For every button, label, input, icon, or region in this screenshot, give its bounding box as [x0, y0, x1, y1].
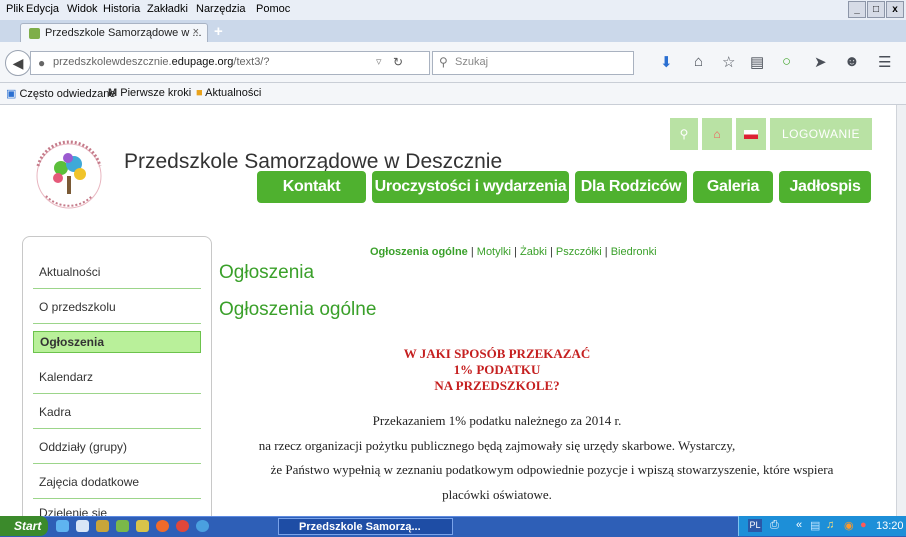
- back-arrow-icon: ◀: [12, 55, 24, 71]
- chat-icon[interactable]: ☻: [844, 53, 860, 70]
- tab-close-icon[interactable]: ×: [193, 26, 199, 38]
- nav-jadlospis[interactable]: Jadłospis: [779, 171, 871, 203]
- language-indicator[interactable]: PL: [748, 519, 762, 532]
- menu-zakladki[interactable]: Zakładki: [147, 3, 188, 15]
- nav-galeria[interactable]: Galeria: [693, 171, 773, 203]
- sidebar-item-kalendarz[interactable]: Kalendarz: [33, 360, 201, 394]
- rss-icon: ■: [196, 87, 203, 99]
- body-line-4: placówki oświatowe.: [442, 487, 552, 502]
- site-home-button[interactable]: ⌂: [702, 118, 732, 150]
- home-icon[interactable]: ⌂: [694, 53, 703, 70]
- quicklaunch-explorer-icon[interactable]: [76, 520, 89, 532]
- search-box[interactable]: ⚲ Szukaj: [432, 51, 634, 75]
- quicklaunch-tool-icon[interactable]: [96, 520, 109, 532]
- reload-icon[interactable]: ↻: [393, 55, 403, 69]
- body-line-2: na rzecz organizacji pożytku publicznego…: [258, 438, 736, 453]
- page-heading: Ogłoszenia: [219, 262, 315, 283]
- menu-hamburger-icon[interactable]: ☰: [878, 53, 891, 71]
- menu-pomoc[interactable]: Pomoc: [256, 3, 290, 15]
- kindergarten-logo: [18, 136, 120, 214]
- mozilla-icon: M: [108, 87, 118, 99]
- language-button[interactable]: [736, 118, 766, 150]
- subnav-pszczolki[interactable]: Pszczółki: [556, 246, 602, 258]
- quicklaunch-media-icon[interactable]: [136, 520, 149, 532]
- subnav-zabki[interactable]: Żabki: [520, 246, 547, 258]
- body-line-3: że Państwo wypełnią w zeznaniu podatkowy…: [270, 462, 834, 477]
- volume-icon[interactable]: ♫: [826, 519, 834, 531]
- sidebar-item-o-przedszkolu[interactable]: O przedszkolu: [33, 290, 201, 324]
- quicklaunch-ie-icon[interactable]: [56, 520, 69, 532]
- search-placeholder: Szukaj: [455, 56, 489, 68]
- sidebar-item-zajecia[interactable]: Zajęcia dodatkowe: [33, 465, 201, 499]
- menu-narzedzia[interactable]: Narzędzia: [196, 3, 246, 15]
- sidebar-item-kadra[interactable]: Kadra: [33, 395, 201, 429]
- taskbar-firefox-window[interactable]: Przedszkole Samorzą...: [278, 518, 453, 535]
- sidebar-item-oddzialy[interactable]: Oddziały (grupy): [33, 430, 201, 464]
- sidebar: Aktualności O przedszkolu Ogłoszenia Kal…: [22, 236, 212, 528]
- subnav-current[interactable]: Ogłoszenia ogólne: [370, 246, 468, 258]
- logo-graphic: [36, 140, 102, 209]
- search-icon: ⚲: [439, 55, 448, 69]
- red-heading-line-3: NA PRZEDSZKOLE?: [434, 378, 560, 393]
- sidebar-item-ogloszenia[interactable]: Ogłoszenia: [33, 331, 201, 353]
- sidebar-item-aktualnosci[interactable]: Aktualności: [33, 255, 201, 289]
- section-heading: Ogłoszenia ogólne: [219, 299, 377, 320]
- browser-tab[interactable]: Przedszkole Samorządowe w ... ×: [20, 23, 208, 43]
- menu-plik[interactable]: Plik: [6, 3, 24, 15]
- start-button[interactable]: Start: [0, 516, 48, 536]
- minimize-button[interactable]: _: [848, 1, 866, 18]
- network-icon[interactable]: ▤: [810, 519, 820, 532]
- subnav-biedronki[interactable]: Biedronki: [611, 246, 657, 258]
- red-heading-line-2: 1% PODATKU: [453, 362, 541, 377]
- printer-icon[interactable]: ⎙: [770, 519, 779, 532]
- bookmark-aktualnosci[interactable]: ■ Aktualności: [196, 87, 261, 99]
- favicon-icon: [29, 28, 40, 39]
- address-bar[interactable]: ● przedszkolewdeszcznie.edupage.org/text…: [30, 51, 430, 75]
- menu-widok[interactable]: Widok: [67, 3, 98, 15]
- poland-flag-icon: [744, 130, 758, 140]
- dropdown-icon[interactable]: ▿: [376, 55, 382, 68]
- quicklaunch-app-icon[interactable]: [116, 520, 129, 532]
- tray-expand-icon[interactable]: «: [796, 519, 802, 531]
- nav-kontakt[interactable]: Kontakt: [257, 171, 366, 203]
- bookmark-star-icon[interactable]: ☆: [722, 53, 735, 71]
- scrollbar[interactable]: [896, 105, 906, 516]
- menu-historia[interactable]: Historia: [103, 3, 140, 15]
- clock: 13:20: [876, 520, 904, 532]
- url-text: przedszkolewdeszcznie.edupage.org/text3/…: [53, 56, 270, 68]
- antivirus-icon[interactable]: ●: [860, 519, 867, 531]
- folder-icon: ▣: [6, 88, 17, 100]
- bookmark-czesto[interactable]: ▣ Często odwiedzane: [6, 87, 115, 100]
- window-controls: _ □ x: [848, 1, 904, 18]
- back-button[interactable]: ◀: [5, 50, 31, 76]
- download-icon[interactable]: ⬇: [660, 53, 673, 71]
- quicklaunch-opera-icon[interactable]: [176, 520, 189, 532]
- sub-navigation: Ogłoszenia ogólne | Motylki | Żabki | Ps…: [370, 246, 657, 258]
- close-window-button[interactable]: x: [886, 1, 904, 18]
- login-button[interactable]: LOGOWANIE: [770, 118, 872, 150]
- menu-bar: Plik Edycja Widok Historia Zakładki Narz…: [0, 0, 906, 20]
- nav-dla-rodzicow[interactable]: Dla Rodziców: [575, 171, 687, 203]
- site-search-button[interactable]: ⚲: [670, 118, 698, 150]
- body-line-1: Przekazaniem 1% podatku należnego za 201…: [372, 413, 622, 428]
- search-icon: ⚲: [679, 127, 689, 141]
- reader-list-icon[interactable]: ▤: [750, 53, 764, 71]
- tab-title: Przedszkole Samorządowe w ...: [45, 27, 202, 39]
- home-icon: ⌂: [713, 127, 721, 141]
- globe-icon: ●: [38, 56, 46, 70]
- red-heading-line-1: W JAKI SPOSÓB PRZEKAZAĆ: [403, 346, 591, 361]
- maximize-button[interactable]: □: [867, 1, 885, 18]
- quicklaunch-firefox-icon[interactable]: [156, 520, 169, 532]
- security-icon[interactable]: ◉: [844, 519, 854, 532]
- bookmark-pierwsze[interactable]: M Pierwsze kroki: [108, 87, 191, 99]
- subnav-motylki[interactable]: Motylki: [477, 246, 511, 258]
- addon-circle-icon[interactable]: ○: [782, 53, 791, 70]
- send-arrow-icon[interactable]: ➤: [814, 53, 827, 71]
- new-tab-button[interactable]: +: [214, 23, 223, 40]
- quicklaunch-chrome-icon[interactable]: [196, 520, 209, 532]
- menu-edycja[interactable]: Edycja: [26, 3, 59, 15]
- nav-uroczystosci[interactable]: Uroczystości i wydarzenia: [372, 171, 569, 203]
